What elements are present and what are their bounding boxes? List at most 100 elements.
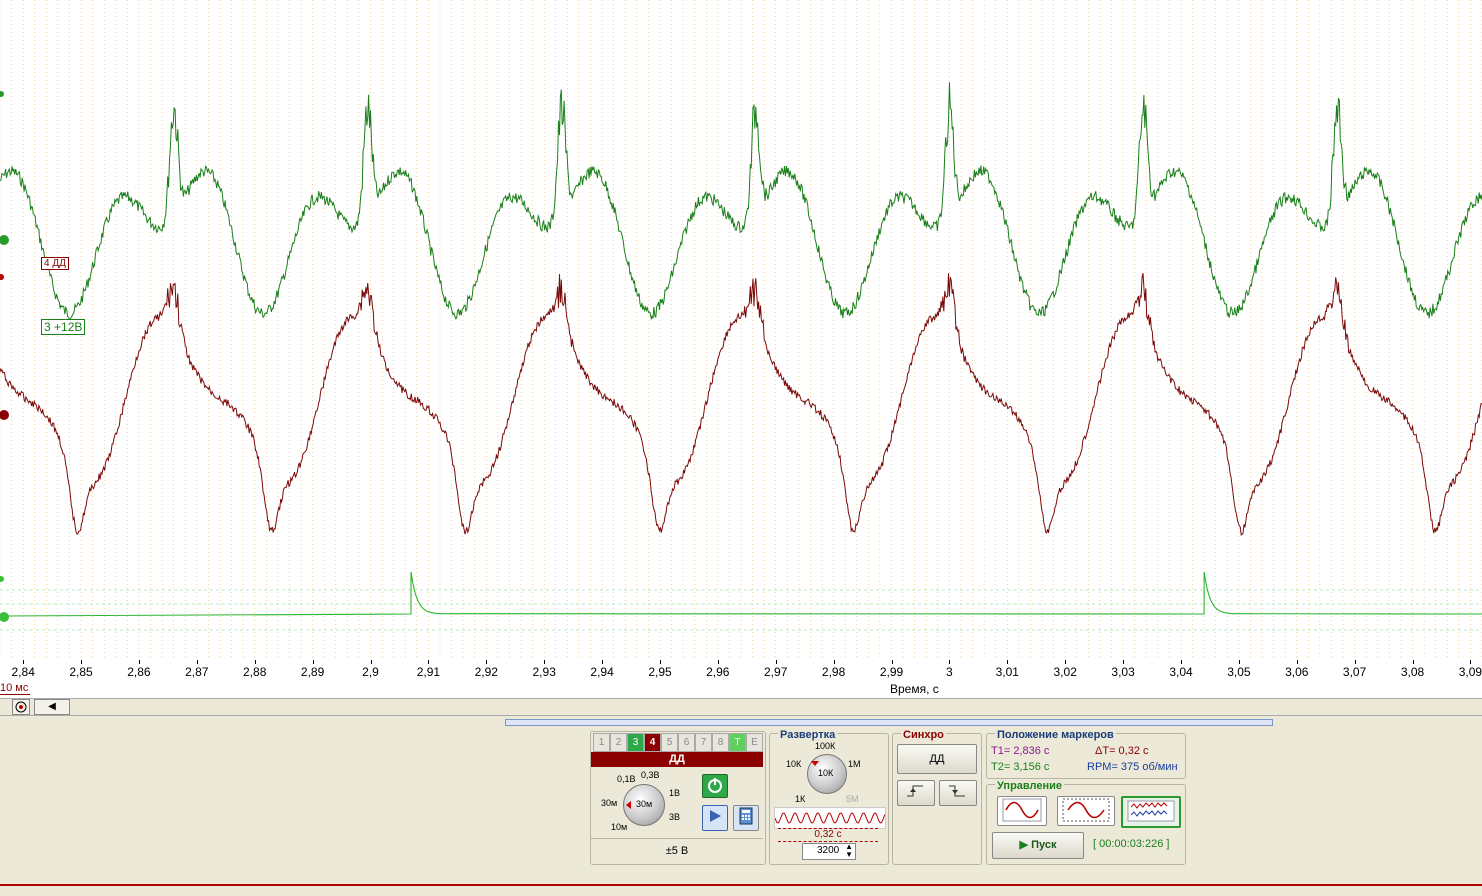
sync-rising-button[interactable] <box>897 780 935 806</box>
multi-wave-mode-button[interactable] <box>1121 796 1181 828</box>
sine-wave-mode-button[interactable] <box>1057 796 1115 826</box>
time-axis-tick <box>370 660 372 664</box>
multi-wave-icon <box>1127 800 1175 822</box>
selected-channel-name: ДД <box>591 752 763 767</box>
invert-button[interactable] <box>702 805 728 831</box>
sweep-label-100k: 100К <box>815 741 836 751</box>
time-axis-tick <box>1296 660 1298 664</box>
time-axis-tick <box>717 660 719 664</box>
horizontal-scrollbar[interactable]: ◀ <box>0 698 1482 716</box>
time-axis-title: Время, с <box>890 682 939 696</box>
sync-zero-marker <box>0 612 9 622</box>
marker-t2: T2= 3,156 с <box>991 761 1050 773</box>
start-button[interactable]: ▶ Пуск <box>992 832 1084 859</box>
channel-button-5[interactable]: 5 <box>661 733 678 752</box>
range-display[interactable]: ±5 В <box>591 838 763 864</box>
time-axis-tick-label: 3,02 <box>1053 665 1077 679</box>
channel-button-6[interactable]: 6 <box>678 733 695 752</box>
channel-button-1[interactable]: 1 <box>593 733 610 752</box>
time-axis-tick-label: 2,97 <box>764 665 788 679</box>
oscilloscope-display[interactable]: 4 ДД 3 +12В <box>0 0 1482 660</box>
channel-4-zero-marker <box>0 410 9 420</box>
power-icon <box>708 778 722 793</box>
arrow-left-icon[interactable]: ◀ <box>34 699 70 715</box>
channel-3-label[interactable]: 3 +12В <box>41 319 86 335</box>
time-axis-tick-label: 3,04 <box>1169 665 1193 679</box>
channel-button-3[interactable]: 3 <box>627 733 644 752</box>
time-axis-tick-label: 2,92 <box>474 665 498 679</box>
play-icon: ▶ <box>1019 839 1029 851</box>
add-channel-icon[interactable] <box>12 699 30 715</box>
sweep-wave-preview <box>774 807 886 829</box>
sync-source-label: ДД <box>929 753 945 765</box>
time-axis-tick-label: 2,94 <box>590 665 614 679</box>
time-axis-tick-label: 2,9 <box>362 665 379 679</box>
power-button[interactable] <box>702 774 728 798</box>
marker-delta-t: ΔT= 0,32 с <box>1095 745 1149 757</box>
time-axis-tick <box>602 660 604 664</box>
sweep-knob[interactable]: 10К <box>807 754 847 794</box>
division-label: 10 мс <box>0 682 31 695</box>
sync-marker-top <box>0 576 4 582</box>
sweep-title: Развертка <box>778 729 838 741</box>
time-axis-tick-label: 2,95 <box>648 665 672 679</box>
time-axis-tick-label: 2,96 <box>706 665 730 679</box>
range-label-10m: 10м <box>611 822 628 832</box>
rising-edge-icon <box>907 785 923 797</box>
time-axis-tick <box>660 660 661 664</box>
time-axis-tick-label: 3,08 <box>1400 665 1425 679</box>
channel-button-t[interactable]: T <box>729 733 746 752</box>
time-axis-tick-label: 3,07 <box>1342 665 1367 679</box>
knob-pointer-icon <box>811 761 819 766</box>
channel-button-4[interactable]: 4 <box>644 733 661 752</box>
sweep-label-1m: 1М <box>848 759 861 769</box>
time-axis-tick-label: 2,89 <box>300 665 325 679</box>
channel-button-8[interactable]: 8 <box>712 733 729 752</box>
markers-title: Положение маркеров <box>995 729 1116 741</box>
panel-splitter[interactable] <box>505 719 1273 726</box>
time-axis-tick-label: 2,98 <box>821 665 846 679</box>
time-axis-tick <box>428 660 430 664</box>
channel-panel: 12345678TE ДД 0,1В 0,3В 1В 3В 30м 10м 30… <box>590 731 766 865</box>
channel-button-7[interactable]: 7 <box>695 733 712 752</box>
time-axis-tick-label: 2,93 <box>532 665 556 679</box>
time-axis-tick <box>833 660 835 664</box>
waveform-plot[interactable] <box>0 0 1482 660</box>
channel-selector: 12345678TE <box>593 733 763 752</box>
spinner-arrows-icon[interactable]: ▲ ▼ <box>845 843 853 859</box>
sync-source-button[interactable]: ДД <box>897 744 977 774</box>
sync-falling-button[interactable] <box>939 780 977 806</box>
time-axis-tick <box>23 660 25 664</box>
time-axis-tick-label: 2,87 <box>185 665 209 679</box>
markers-panel: Положение маркеров T1= 2,836 с ΔT= 0,32 … <box>986 729 1186 779</box>
time-axis: 2,84 2,85 2,86 2,87 2,88 2,89 2,9 2,91 2,92 2,93 2… <box>0 660 1482 698</box>
sync-title: Синхро <box>901 729 946 741</box>
time-axis-tick <box>891 660 893 664</box>
sweep-knob-value: 10К <box>818 768 834 778</box>
range-label-3v: 3В <box>669 812 681 822</box>
control-title: Управление <box>995 780 1065 792</box>
range-knob[interactable]: 30м <box>623 784 665 826</box>
time-axis-tick-label: 2,86 <box>127 665 151 679</box>
single-sine-mode-button[interactable] <box>997 796 1047 826</box>
samples-spinner[interactable]: 3200 ▲ ▼ <box>802 843 856 860</box>
time-axis-tick <box>1123 660 1125 664</box>
channel-4-marker-top <box>0 274 4 280</box>
range-label-0.3v: 0,3В <box>641 770 660 780</box>
range-label-1v: 1В <box>669 788 681 798</box>
time-axis-tick <box>196 660 198 664</box>
time-axis-tick-label: 2,84 <box>11 665 35 679</box>
channel-button-e[interactable]: E <box>746 733 763 752</box>
channel-button-2[interactable]: 2 <box>610 733 627 752</box>
time-axis-tick <box>1412 660 1414 664</box>
sync-trace <box>0 571 1482 617</box>
time-axis-tick-label: 3,03 <box>1111 665 1135 679</box>
sine-wave-icon <box>774 812 886 824</box>
calculator-button[interactable] <box>733 805 759 831</box>
time-axis-tick <box>1181 660 1182 664</box>
start-button-label: Пуск <box>1031 839 1057 851</box>
sweep-panel: Развертка 100К 10К 1М 1К 5М 10К 0,32 с 3… <box>769 729 889 865</box>
time-axis-tick <box>775 660 777 664</box>
time-axis-tick-label: 3 <box>946 665 953 679</box>
channel-4-label[interactable]: 4 ДД <box>41 257 69 270</box>
